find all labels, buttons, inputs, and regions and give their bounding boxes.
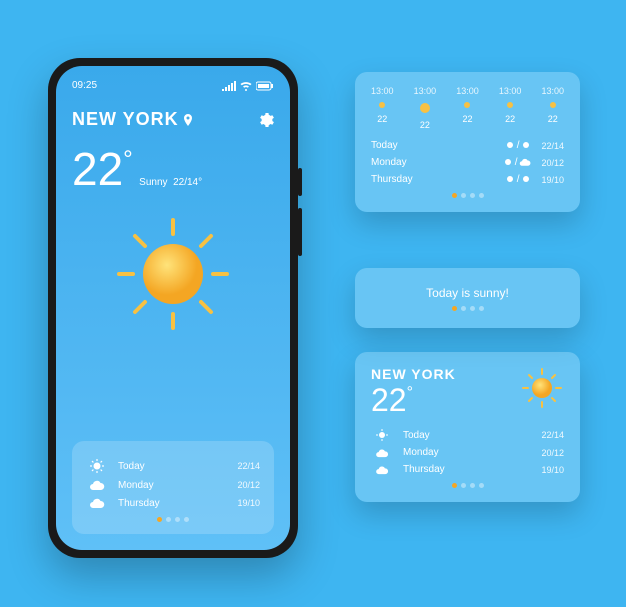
widget-temp: 22	[371, 382, 456, 419]
city-text: NEW YORK	[72, 109, 179, 130]
sun-icon	[376, 429, 388, 441]
pagination-dots[interactable]	[371, 483, 564, 488]
forecast-row: Thursday 19/10	[86, 497, 260, 509]
sun-icon	[521, 174, 531, 184]
widget-hourly-forecast[interactable]: 13:00 22 13:00 22 13:00 22 13:00 22 13:0…	[355, 72, 580, 212]
current-temp-block: 22 Sunny 22/14°	[72, 142, 274, 196]
pagination-dots[interactable]	[452, 306, 484, 311]
status-time: 09:25	[72, 80, 97, 91]
hourly-item: 13:00 22	[371, 86, 394, 130]
widget-city: NEW YORK	[371, 366, 456, 382]
battery-icon	[256, 81, 274, 91]
sun-icon	[417, 100, 433, 116]
sun-icon	[503, 157, 513, 167]
cloud-icon	[89, 497, 105, 509]
current-temp: 22	[72, 142, 123, 196]
forecast-card[interactable]: Today 22/14 Monday 20/12 Thursday 19/10	[72, 441, 274, 534]
hourly-item: 13:00 22	[499, 86, 522, 130]
current-condition: Sunny 22/14°	[139, 177, 202, 188]
forecast-row: Monday / 20/12	[371, 157, 564, 168]
cloud-icon	[375, 448, 389, 458]
hourly-item: 13:00 22	[456, 86, 479, 130]
hourly-row: 13:00 22 13:00 22 13:00 22 13:00 22 13:0…	[371, 86, 564, 130]
sun-icon	[520, 366, 564, 410]
widget-message[interactable]: Today is sunny!	[355, 268, 580, 328]
phone-frame: 09:25 NEW YORK 22 Sunny 22/14°	[48, 58, 298, 558]
location-pin-icon	[183, 114, 193, 126]
forecast-row: Today 22/14	[86, 459, 260, 473]
hero-sun-icon	[72, 214, 274, 334]
message-text: Today is sunny!	[426, 286, 509, 300]
phone-screen: 09:25 NEW YORK 22 Sunny 22/14°	[56, 66, 290, 550]
sun-icon	[505, 174, 515, 184]
sun-icon	[377, 100, 387, 110]
cloud-icon	[519, 157, 531, 167]
status-icons	[222, 81, 274, 91]
forecast-row: Monday 20/12	[86, 479, 260, 491]
cloud-icon	[375, 465, 389, 475]
hourly-item: 13:00 22	[541, 86, 564, 130]
wifi-icon	[240, 81, 252, 91]
sun-icon	[505, 140, 515, 150]
pagination-dots[interactable]	[86, 517, 260, 522]
sun-icon	[462, 100, 472, 110]
forecast-row: Today / 22/14	[371, 140, 564, 151]
widget-city-summary[interactable]: NEW YORK 22 Today 22/14 Monday 20/12 Thu…	[355, 352, 580, 502]
signal-icon	[222, 81, 236, 91]
hourly-item: 13:00 22	[414, 86, 437, 130]
gear-icon[interactable]	[258, 112, 274, 128]
status-bar: 09:25	[72, 80, 274, 91]
forecast-row: Monday 20/12	[371, 447, 564, 458]
sun-icon	[521, 140, 531, 150]
header: NEW YORK	[72, 109, 274, 130]
sun-icon	[505, 100, 515, 110]
sun-icon	[90, 459, 104, 473]
forecast-row: Thursday / 19/10	[371, 174, 564, 185]
forecast-row: Today 22/14	[371, 429, 564, 441]
city-label[interactable]: NEW YORK	[72, 109, 193, 130]
pagination-dots[interactable]	[371, 193, 564, 198]
cloud-icon	[89, 479, 105, 491]
sun-icon	[548, 100, 558, 110]
forecast-row: Thursday 19/10	[371, 464, 564, 475]
